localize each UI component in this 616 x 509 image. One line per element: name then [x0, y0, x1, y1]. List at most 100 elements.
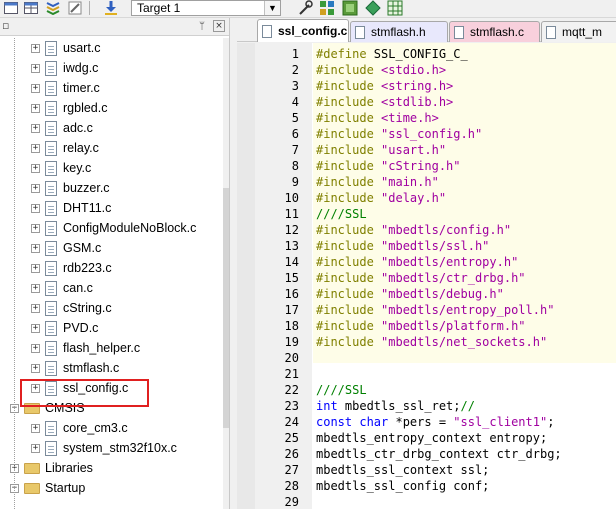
- tab-file[interactable]: stmflash.h: [350, 21, 448, 42]
- tree-file[interactable]: + can.c: [31, 278, 93, 298]
- options-icon[interactable]: [296, 0, 314, 16]
- expand-icon[interactable]: +: [31, 303, 40, 313]
- tree-file[interactable]: + flash_helper.c: [31, 338, 140, 358]
- code-line[interactable]: #include "ssl_config.h": [316, 126, 482, 142]
- tree-file[interactable]: + rgbled.c: [31, 98, 107, 118]
- code-line[interactable]: #include "mbedtls/ctr_drbg.h": [316, 270, 526, 286]
- expand-icon[interactable]: +: [31, 283, 40, 293]
- expand-icon[interactable]: +: [31, 223, 40, 233]
- expand-icon[interactable]: +: [31, 203, 40, 213]
- code-line[interactable]: #include "cString.h": [316, 158, 461, 174]
- code-line[interactable]: #include "usart.h": [316, 142, 446, 158]
- tree-file[interactable]: + PVD.c: [31, 318, 98, 338]
- code-line[interactable]: ////SSL: [316, 382, 367, 398]
- panel-scrollbar[interactable]: [223, 38, 229, 509]
- code-line[interactable]: #include "main.h": [316, 174, 439, 190]
- pin-icon[interactable]: ᛘ: [196, 20, 208, 32]
- window-icon[interactable]: [2, 0, 20, 16]
- expand-icon[interactable]: +: [31, 323, 40, 333]
- code-line[interactable]: mbedtls_ssl_context ssl;: [316, 462, 489, 478]
- code-line[interactable]: #include "mbedtls/debug.h": [316, 286, 504, 302]
- code-line[interactable]: #include <time.h>: [316, 110, 439, 126]
- code-editor[interactable]: 1 #define SSL_CONFIG_C_ 2 #include <stdio.h…: [237, 43, 616, 509]
- code-line[interactable]: #include "mbedtls/net_sockets.h": [316, 334, 547, 350]
- expand-icon[interactable]: +: [31, 263, 40, 273]
- expand-icon[interactable]: +: [31, 103, 40, 113]
- expand-icon[interactable]: +: [31, 163, 40, 173]
- file-icon: [45, 340, 57, 356]
- tree-file[interactable]: + rdb223.c: [31, 258, 112, 278]
- code-line[interactable]: #include <stdio.h>: [316, 62, 446, 78]
- tree-file[interactable]: + DHT11.c: [31, 198, 111, 218]
- code-line[interactable]: ////SSL: [316, 206, 367, 222]
- code-token: "usart.h": [381, 143, 447, 157]
- tree-file[interactable]: + relay.c: [31, 138, 99, 158]
- chevron-down-icon[interactable]: ▼: [264, 1, 280, 15]
- close-icon[interactable]: ×: [213, 20, 225, 32]
- code-line[interactable]: #include "delay.h": [316, 190, 446, 206]
- download-icon[interactable]: [102, 0, 120, 16]
- expand-icon[interactable]: +: [31, 143, 40, 153]
- tree-file[interactable]: + GSM.c: [31, 238, 101, 258]
- code-line[interactable]: #include "mbedtls/ssl.h": [316, 238, 489, 254]
- expand-icon[interactable]: +: [31, 43, 40, 53]
- tab-file[interactable]: ssl_config.c: [257, 19, 349, 42]
- tree-file[interactable]: + buzzer.c: [31, 178, 110, 198]
- code-line[interactable]: #include "mbedtls/entropy_poll.h": [316, 302, 554, 318]
- tree-item-label: DHT11.c: [63, 201, 112, 215]
- expand-icon[interactable]: +: [31, 83, 40, 93]
- tree-folder[interactable]: + Libraries: [10, 458, 93, 478]
- tree-file[interactable]: + system_stm32f10x.c: [31, 438, 177, 458]
- expand-icon[interactable]: +: [31, 363, 40, 373]
- tools-icon[interactable]: [66, 0, 84, 16]
- code-line[interactable]: int mbedtls_ssl_ret;//: [316, 398, 475, 414]
- tree-item-label: PVD.c: [63, 321, 99, 335]
- packs-icon[interactable]: [341, 0, 359, 16]
- code-token: #include: [316, 127, 382, 141]
- stack-icon[interactable]: [44, 0, 62, 16]
- expand-icon[interactable]: +: [31, 63, 40, 73]
- tree-file[interactable]: + cString.c: [31, 298, 112, 318]
- grid-window-icon[interactable]: [22, 0, 40, 16]
- code-line[interactable]: #include "mbedtls/platform.h": [316, 318, 526, 334]
- code-line[interactable]: const char *pers = "ssl_client1";: [316, 414, 554, 430]
- tree-file[interactable]: + iwdg.c: [31, 58, 98, 78]
- file-icon: [45, 60, 57, 76]
- code-line[interactable]: #include <stdlib.h>: [316, 94, 453, 110]
- tree-file[interactable]: + ConfigModuleNoBlock.c: [31, 218, 196, 238]
- code-line[interactable]: #include "mbedtls/entropy.h": [316, 254, 518, 270]
- tree-file[interactable]: + stmflash.c: [31, 358, 119, 378]
- tree-file[interactable]: + adc.c: [31, 118, 93, 138]
- tab-file[interactable]: stmflash.c: [449, 21, 540, 42]
- file-icon: [45, 320, 57, 336]
- tree-item-label: system_stm32f10x.c: [63, 441, 177, 455]
- tree-file[interactable]: + timer.c: [31, 78, 100, 98]
- components-icon[interactable]: [318, 0, 336, 16]
- expand-icon[interactable]: +: [31, 123, 40, 133]
- code-line[interactable]: mbedtls_ssl_config conf;: [316, 478, 489, 494]
- diamond-icon[interactable]: [364, 0, 382, 16]
- code-token: #include: [316, 159, 382, 173]
- breakpoint-margin[interactable]: [237, 43, 255, 509]
- tree-file[interactable]: + key.c: [31, 158, 91, 178]
- tree-file[interactable]: + usart.c: [31, 38, 101, 58]
- tree-folder[interactable]: − Startup: [10, 478, 85, 498]
- expand-icon[interactable]: +: [31, 343, 40, 353]
- panel-scrollbar-thumb[interactable]: [223, 188, 229, 428]
- code-line[interactable]: #define SSL_CONFIG_C_: [316, 46, 468, 62]
- tab-file[interactable]: mqtt_m: [541, 21, 616, 42]
- expand-icon[interactable]: +: [31, 183, 40, 193]
- code-line[interactable]: mbedtls_entropy_context entropy;: [316, 430, 547, 446]
- file-icon: [45, 280, 57, 296]
- line-number: 18: [284, 319, 299, 333]
- expand-icon[interactable]: +: [31, 443, 40, 453]
- expand-icon[interactable]: +: [31, 423, 40, 433]
- tree-file[interactable]: + core_cm3.c: [31, 418, 128, 438]
- expand-icon[interactable]: +: [31, 243, 40, 253]
- code-line[interactable]: #include <string.h>: [316, 78, 453, 94]
- grid-green-icon[interactable]: [386, 0, 404, 16]
- code-line[interactable]: mbedtls_ctr_drbg_context ctr_drbg;: [316, 446, 562, 462]
- code-line[interactable]: #include "mbedtls/config.h": [316, 222, 511, 238]
- tree-item-label: stmflash.c: [63, 361, 120, 375]
- target-select[interactable]: Target 1 ▼: [131, 0, 281, 16]
